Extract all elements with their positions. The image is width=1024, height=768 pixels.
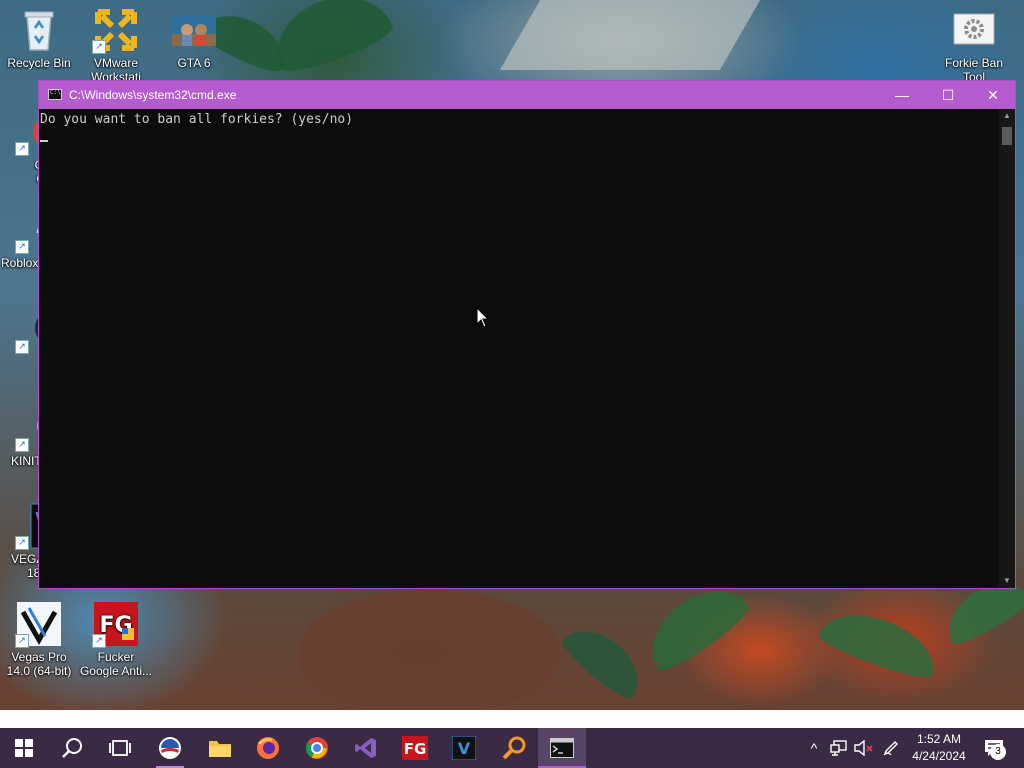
scrollbar-thumb[interactable] (1002, 127, 1012, 145)
desktop-icon-label-line2: 14.0 (64-bit) (6, 664, 72, 678)
shortcut-arrow-icon: ↗ (92, 40, 106, 54)
desktop-icon-label: Forkie Ban (944, 56, 1004, 70)
cmd-window[interactable]: C:\Windows\system32\cmd.exe — ☐ ✕ Do you… (38, 80, 1016, 589)
firefox-icon (257, 737, 279, 759)
wallpaper-leaf (815, 600, 945, 685)
desktop-icon-vegas-pro[interactable]: ↗ Vegas Pro 14.0 (64-bit) (1, 600, 77, 678)
fg-app-icon: FG (402, 736, 428, 760)
cmd-titlebar[interactable]: C:\Windows\system32\cmd.exe — ☐ ✕ (39, 81, 1015, 109)
taskbar: FG V ^ 1:52 AM 4/24/2024 3 (0, 728, 1024, 768)
desktop-icon-label-line2: Google Anti... (79, 664, 153, 678)
pen-workspace-button[interactable] (880, 728, 902, 768)
vmware-icon: ↗ (92, 6, 140, 54)
desktop-icon-gta6[interactable]: GTA 6 (156, 6, 232, 70)
window-title: C:\Windows\system32\cmd.exe (69, 88, 237, 102)
network-tray-button[interactable] (828, 728, 850, 768)
show-hidden-icons-button[interactable]: ^ (804, 728, 824, 768)
console-output-area[interactable]: Do you want to ban all forkies? (yes/no) (39, 109, 999, 588)
obama-logo-icon (159, 737, 181, 759)
taskbar-search-tool[interactable] (490, 728, 538, 768)
network-icon (830, 740, 847, 756)
chevron-up-icon: ^ (810, 740, 818, 756)
vertical-scrollbar[interactable]: ▲ ▼ (999, 109, 1015, 588)
taskbar-fg-app[interactable]: FG (391, 728, 439, 768)
cmd-icon (48, 89, 62, 100)
console-prompt-text: Do you want to ban all forkies? (yes/no) (40, 112, 354, 127)
visual-studio-icon (355, 738, 376, 758)
shortcut-arrow-icon: ↗ (15, 142, 29, 156)
vegas-icon: V (452, 736, 476, 760)
volume-tray-button[interactable] (852, 728, 876, 768)
desktop-icon-label: Fucker (97, 650, 135, 664)
task-view-button[interactable] (96, 728, 144, 768)
shortcut-arrow-icon: ↗ (15, 240, 29, 254)
clock-date: 4/24/2024 (912, 749, 966, 763)
shortcut-arrow-icon: ↗ (15, 536, 29, 550)
volume-muted-icon (854, 740, 873, 756)
vegas-app-text: V (458, 739, 471, 758)
clock-time: 1:52 AM (916, 732, 962, 746)
taskbar-cmd[interactable] (538, 728, 586, 768)
close-button[interactable]: ✕ (970, 81, 1016, 109)
shortcut-arrow-icon: ↗ (15, 634, 29, 648)
taskbar-vegas[interactable]: V (440, 728, 488, 768)
desktop-icon-label: Vegas Pro (11, 650, 67, 664)
taskbar-chrome[interactable] (293, 728, 341, 768)
recycle-bin-icon (15, 6, 63, 54)
vegas-pro-icon: ↗ (15, 600, 63, 648)
cmd-icon (550, 738, 574, 758)
desktop-icon-fg-app[interactable]: FG ↗ Fucker Google Anti... (78, 600, 154, 678)
pen-icon (883, 741, 898, 756)
scroll-up-arrow-icon[interactable]: ▲ (999, 109, 1015, 123)
mouse-pointer-icon (476, 307, 490, 328)
desktop-icon-label: GTA 6 (177, 56, 211, 70)
windows-logo-icon (15, 739, 33, 757)
gta6-thumbnail-icon (170, 6, 218, 54)
minimize-button[interactable]: — (879, 81, 925, 109)
wallpaper-bottom-strip (0, 710, 1024, 730)
taskbar-file-explorer[interactable] (196, 728, 244, 768)
desktop-icon-vmware[interactable]: ↗ VMware Workstati (78, 6, 154, 84)
task-view-icon (109, 740, 131, 756)
folder-icon (209, 741, 231, 757)
taskbar-firefox[interactable] (244, 728, 292, 768)
desktop-screen: Recycle Bin ↗ VMware Workstati GTA 6 For… (0, 0, 1024, 768)
notification-count-badge: 3 (990, 744, 1006, 760)
console-cursor (40, 140, 48, 142)
desktop-icon-label: VMware (93, 56, 138, 70)
shortcut-arrow-icon: ↗ (92, 634, 106, 648)
maximize-button[interactable]: ☐ (925, 81, 971, 109)
forkie-ban-tool-icon (950, 6, 998, 54)
start-button[interactable] (0, 728, 48, 768)
chrome-icon (306, 737, 328, 759)
scroll-down-arrow-icon[interactable]: ▼ (999, 574, 1015, 588)
search-button[interactable] (48, 728, 96, 768)
clock[interactable]: 1:52 AM 4/24/2024 (902, 731, 976, 765)
taskbar-obama-app[interactable] (146, 728, 194, 768)
wallpaper-leaf (557, 615, 653, 705)
shortcut-arrow-icon: ↗ (15, 340, 29, 354)
wallpaper-building (499, 0, 761, 70)
magnifier-orange-icon (502, 736, 526, 760)
desktop-icon-recycle-bin[interactable]: Recycle Bin (1, 6, 77, 70)
fg-app-icon: FG ↗ (92, 600, 140, 648)
search-icon (62, 738, 82, 758)
wallpaper-leaf (263, 0, 397, 79)
shortcut-arrow-icon: ↗ (15, 438, 29, 452)
wallpaper-hand (300, 590, 560, 710)
taskbar-visual-studio[interactable] (342, 728, 390, 768)
desktop-icon-forkie-ban-tool[interactable]: Forkie Ban Tool (936, 6, 1012, 84)
fg-app-text: FG (404, 740, 427, 758)
desktop-icon-label: Recycle Bin (7, 56, 71, 70)
